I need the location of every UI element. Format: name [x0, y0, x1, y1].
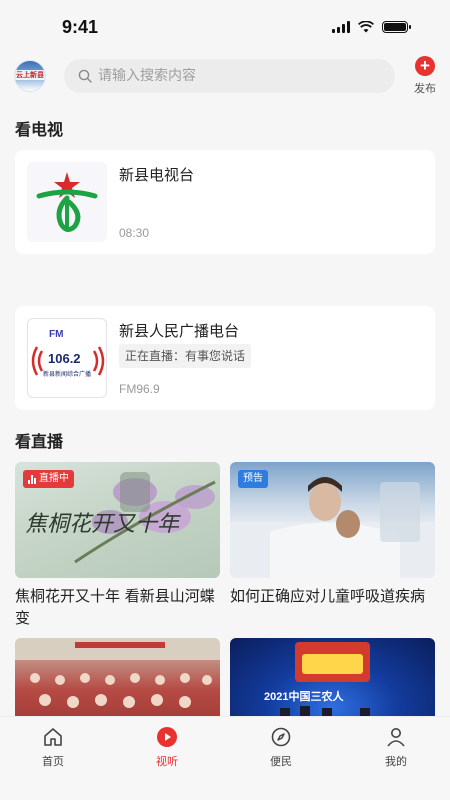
section-title-live: 看直播: [15, 432, 64, 451]
compass-icon: [271, 727, 291, 747]
radio-frequency: FM96.9: [119, 382, 160, 396]
live-video-title-2[interactable]: 如何正确应对儿童呼吸道疾病: [230, 585, 438, 607]
tab-profile[interactable]: 我的: [366, 727, 426, 769]
publish-label: 发布: [414, 82, 436, 95]
tv-channel-card[interactable]: 新县电视台 08:30: [15, 150, 435, 254]
tv-channel-name: 新县电视台: [119, 166, 195, 184]
tab-services-label: 便民: [270, 755, 292, 768]
top-bar: 云上新县 + 发布: [0, 56, 450, 98]
live-video-thumbnail-1[interactable]: 焦桐花开又十年 直播中: [15, 462, 220, 578]
tv-station-logo-icon: [36, 172, 98, 232]
publish-button[interactable]: + 发布: [410, 56, 440, 96]
home-icon: [44, 728, 62, 746]
tab-services[interactable]: 便民: [251, 727, 311, 769]
tab-home[interactable]: 首页: [23, 727, 83, 769]
tab-media[interactable]: 视听: [137, 727, 197, 769]
preview-badge-label: 预告: [243, 473, 263, 484]
live-video-calligraphy: 焦桐花开又十年: [25, 512, 180, 537]
search-bar[interactable]: [64, 59, 395, 93]
user-icon: [387, 728, 405, 747]
radio-station-logo: FM 106.2 新县新闻综合广播: [27, 318, 107, 398]
radio-station-card[interactable]: FM 106.2 新县新闻综合广播 新县人民广播电台 正在直播：有事您说话 FM…: [15, 306, 435, 410]
status-icons: [332, 21, 411, 33]
live-bars-icon: [28, 474, 36, 484]
tv-channel-time: 08:30: [119, 226, 150, 240]
search-icon: [78, 69, 92, 83]
radio-logo-caption: 新县新闻综合广播: [42, 371, 91, 378]
live-badge: 直播中: [23, 470, 74, 488]
preview-badge: 预告: [238, 470, 268, 488]
search-input[interactable]: [98, 68, 358, 84]
radio-station-name: 新县人民广播电台: [119, 322, 240, 340]
live-video-thumbnail-2[interactable]: 预告: [230, 462, 435, 578]
wifi-icon: [358, 21, 374, 33]
tab-home-label: 首页: [42, 755, 64, 768]
play-icon: [157, 727, 177, 747]
status-time: 9:41: [62, 17, 99, 37]
bottom-tab-bar: 首页 视听 便民 我的: [0, 716, 450, 800]
app-logo[interactable]: 云上新县: [14, 60, 46, 92]
plus-icon: +: [415, 56, 435, 76]
tab-profile-label: 我的: [385, 755, 407, 768]
live-badge-label: 直播中: [39, 473, 69, 484]
radio-logo-frequency: 106.2: [48, 351, 81, 366]
section-title-tv: 看电视: [15, 120, 64, 139]
signal-icon: [332, 21, 350, 33]
tab-media-label: 视听: [156, 755, 178, 768]
stage-caption: 2021中国三农人: [264, 691, 344, 703]
status-bar: 9:41: [0, 0, 450, 50]
logo-text: 云上新县: [15, 70, 45, 80]
radio-live-now: 正在直播：有事您说话: [119, 344, 252, 368]
tv-channel-logo: [27, 162, 107, 242]
battery-icon: [382, 21, 411, 33]
live-video-title-1[interactable]: 焦桐花开又十年 看新县山河蝶变: [15, 585, 223, 629]
